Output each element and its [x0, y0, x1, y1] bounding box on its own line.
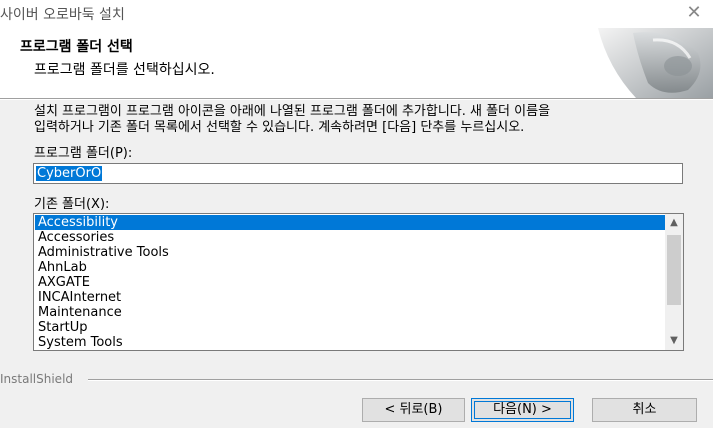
back-button[interactable]: < 뒤로(B) [362, 398, 465, 422]
folder-list-item[interactable]: AhnLab [35, 260, 665, 275]
program-folder-value[interactable]: CyberOrO [36, 166, 103, 181]
installshield-graphic [578, 28, 713, 98]
scroll-up-icon[interactable]: ▲ [665, 214, 683, 232]
folder-list-item[interactable]: AXGATE [35, 275, 665, 290]
folder-list-item[interactable]: Maintenance [35, 305, 665, 320]
installshield-label: InstallShield [0, 372, 74, 386]
scroll-down-icon[interactable]: ▼ [665, 332, 683, 350]
next-button[interactable]: 다음(N) > [471, 398, 574, 422]
folder-list-item[interactable]: System Tools [35, 335, 665, 350]
instructions-line-2: 입력하거나 기존 폴더 목록에서 선택할 수 있습니다. 계속하려면 [다음] … [34, 120, 525, 135]
step-title: 프로그램 폴더 선택 [20, 39, 133, 55]
folder-list-item[interactable]: Accessibility [35, 215, 665, 230]
instructions-line-1: 설치 프로그램이 프로그램 아이콘을 아래에 나열된 프로그램 폴더에 추가합니… [34, 104, 551, 119]
instructions-text: 설치 프로그램이 프로그램 아이콘을 아래에 나열된 프로그램 폴더에 추가합니… [34, 104, 684, 136]
window-title: 사이버 오로바둑 설치 [0, 7, 125, 23]
program-folder-input[interactable]: CyberOrO [33, 163, 683, 184]
step-subtitle: 프로그램 폴더를 선택하십시오. [34, 62, 215, 78]
header-divider [0, 98, 713, 100]
folder-list-item[interactable]: INCAInternet [35, 290, 665, 305]
footer-divider [88, 379, 713, 381]
title-bar: 사이버 오로바둑 설치 ✕ [0, 0, 713, 28]
existing-folders-label: 기존 폴더(X): [34, 197, 110, 212]
folder-list-item[interactable]: Administrative Tools [35, 245, 665, 260]
folder-list-item[interactable]: StartUp [35, 320, 665, 335]
scrollbar[interactable]: ▲ ▼ [665, 214, 683, 350]
program-folder-label: 프로그램 폴더(P): [34, 146, 133, 161]
cancel-button[interactable]: 취소 [592, 398, 697, 422]
folder-list-item[interactable]: Accessories [35, 230, 665, 245]
existing-folders-list[interactable]: ▲ ▼ Accessibility Accessories Administrati… [33, 213, 684, 351]
wizard-header: 프로그램 폴더 선택 프로그램 폴더를 선택하십시오. [0, 28, 713, 98]
scrollbar-thumb[interactable] [667, 235, 681, 305]
close-icon[interactable]: ✕ [683, 2, 705, 24]
next-button-label: 다음(N) > [493, 402, 552, 417]
